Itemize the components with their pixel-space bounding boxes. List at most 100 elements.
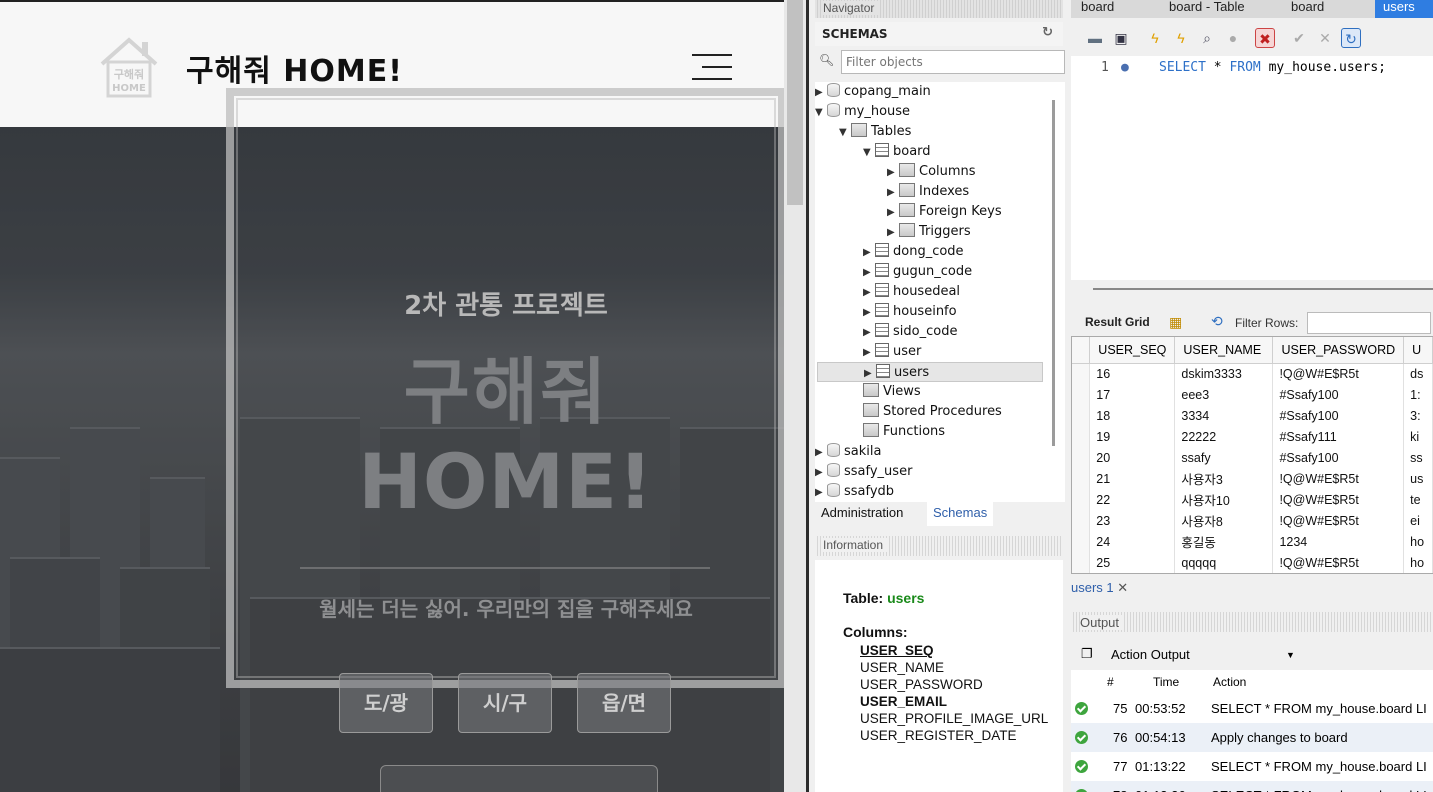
tree-item-my-house[interactable]: ▼ my_house bbox=[815, 102, 910, 122]
result-grid[interactable]: USER_SEQ USER_NAME USER_PASSWORD U 16 dsk… bbox=[1071, 336, 1433, 574]
copy-icon[interactable]: ❐ bbox=[1081, 646, 1093, 662]
grid-cell[interactable]: ssafy bbox=[1174, 447, 1274, 468]
editor-splitter[interactable] bbox=[1093, 288, 1433, 290]
dropdown-arrow-icon[interactable]: ▼ bbox=[1286, 644, 1295, 666]
grid-column-header[interactable]: USER_SEQ bbox=[1089, 337, 1176, 364]
commit-icon[interactable]: ✔ bbox=[1289, 28, 1309, 48]
row-selector[interactable] bbox=[1072, 363, 1091, 384]
grid-cell[interactable]: 17 bbox=[1089, 384, 1176, 405]
table-row[interactable]: 22 사용자10 !Q@W#E$R5t te bbox=[1072, 489, 1433, 510]
table-row[interactable]: 25 qqqqq !Q@W#E$R5t ho bbox=[1072, 552, 1433, 573]
tab-board-table[interactable]: board - Table bbox=[1161, 0, 1253, 18]
grid-cell[interactable]: 1: bbox=[1403, 384, 1433, 405]
grid-cell[interactable]: !Q@W#E$R5t bbox=[1272, 510, 1405, 531]
expand-arrow-icon[interactable]: ▶ bbox=[815, 443, 827, 463]
execute-current-icon[interactable]: ϟ bbox=[1171, 28, 1191, 48]
tab-board-2[interactable]: board bbox=[1283, 0, 1332, 18]
execute-icon[interactable]: ϟ bbox=[1145, 28, 1165, 48]
home-logo-icon[interactable]: 구해줘 HOME bbox=[94, 34, 164, 100]
refresh-icon[interactable]: ⟲ bbox=[1211, 313, 1223, 330]
grid-cell[interactable]: ki bbox=[1403, 426, 1433, 447]
grid-cell[interactable]: 홍길동 bbox=[1174, 531, 1274, 552]
table-row[interactable]: 23 사용자8 !Q@W#E$R5t ei bbox=[1072, 510, 1433, 531]
rollback-icon[interactable]: ✕ bbox=[1315, 28, 1335, 48]
expand-arrow-icon[interactable]: ▶ bbox=[887, 163, 899, 183]
output-type-dropdown[interactable]: Action Output bbox=[1109, 644, 1299, 666]
row-selector[interactable] bbox=[1072, 489, 1091, 510]
tree-item-housedeal[interactable]: ▶ housedeal bbox=[863, 282, 960, 302]
browser-scrollbar-thumb[interactable] bbox=[787, 0, 803, 205]
row-selector[interactable] bbox=[1072, 447, 1091, 468]
output-row[interactable]: 75 00:53:52 SELECT * FROM my_house.board L… bbox=[1071, 694, 1433, 723]
autocommit-icon[interactable]: ↻ bbox=[1341, 28, 1361, 48]
expand-arrow-icon[interactable]: ▶ bbox=[863, 243, 875, 263]
grid-cell[interactable]: ho bbox=[1403, 531, 1433, 552]
row-selector[interactable] bbox=[1072, 384, 1091, 405]
grid-cell[interactable]: #Ssafy100 bbox=[1272, 384, 1405, 405]
grid-cell[interactable]: 25 bbox=[1089, 552, 1176, 573]
results-tab[interactable]: users 1 ✕ bbox=[1071, 580, 1171, 600]
tree-scrollbar[interactable] bbox=[1052, 100, 1055, 446]
grid-cell[interactable]: ss bbox=[1403, 447, 1433, 468]
gugun-select-button[interactable]: 시/구 bbox=[458, 673, 552, 733]
table-row[interactable]: 18 3334 #Ssafy100 3: bbox=[1072, 405, 1433, 426]
expand-arrow-icon[interactable]: ▶ bbox=[863, 323, 875, 343]
tree-item-dong-code[interactable]: ▶ dong_code bbox=[863, 242, 964, 262]
brand-title[interactable]: 구해줘 HOME! bbox=[186, 46, 403, 90]
tree-item-triggers[interactable]: ▶ Triggers bbox=[887, 222, 971, 242]
output-row[interactable]: 76 00:54:13 Apply changes to board bbox=[1071, 723, 1433, 752]
expand-arrow-icon[interactable]: ▶ bbox=[815, 463, 827, 483]
output-row[interactable]: 78 01:13:26 SELECT * FROM my_house.board L… bbox=[1071, 781, 1433, 792]
grid-cell[interactable]: 22 bbox=[1089, 489, 1176, 510]
tree-item-stored-procedures[interactable]: Stored Procedures bbox=[863, 402, 1002, 422]
sido-select-button[interactable]: 도/광 bbox=[339, 673, 433, 733]
grid-cell[interactable]: 23 bbox=[1089, 510, 1176, 531]
grid-cell[interactable]: 22222 bbox=[1174, 426, 1274, 447]
sql-editor[interactable]: 1 ● SELECT * FROM my_house.users; bbox=[1071, 56, 1433, 280]
expand-arrow-icon[interactable]: ▶ bbox=[815, 83, 827, 103]
expand-arrow-icon[interactable]: ▶ bbox=[815, 483, 827, 502]
expand-arrow-icon[interactable]: ▶ bbox=[887, 203, 899, 223]
grid-cell[interactable]: !Q@W#E$R5t bbox=[1272, 468, 1405, 489]
grid-cell[interactable]: 18 bbox=[1089, 405, 1176, 426]
expand-arrow-icon[interactable]: ▶ bbox=[863, 303, 875, 323]
grid-cell[interactable]: te bbox=[1403, 489, 1433, 510]
tree-item-functions[interactable]: Functions bbox=[863, 422, 945, 442]
hero-search-box[interactable] bbox=[380, 765, 658, 792]
tree-item-gugun-code[interactable]: ▶ gugun_code bbox=[863, 262, 972, 282]
tree-item-ssafy-user[interactable]: ▶ ssafy_user bbox=[815, 462, 912, 482]
grid-cell[interactable]: 20 bbox=[1089, 447, 1176, 468]
grid-cell[interactable]: 1234 bbox=[1272, 531, 1405, 552]
grid-cell[interactable]: 19 bbox=[1089, 426, 1176, 447]
grid-cell[interactable]: #Ssafy111 bbox=[1272, 426, 1405, 447]
filter-rows-input[interactable] bbox=[1307, 312, 1431, 334]
collapse-arrow-icon[interactable]: ▼ bbox=[863, 143, 875, 163]
tree-item-ssafydb[interactable]: ▶ ssafydb bbox=[815, 482, 894, 502]
expand-arrow-icon[interactable]: ▶ bbox=[863, 283, 875, 303]
table-row[interactable]: 24 홍길동 1234 ho bbox=[1072, 531, 1433, 552]
grid-cell[interactable]: 24 bbox=[1089, 531, 1176, 552]
row-selector-header[interactable] bbox=[1072, 337, 1091, 364]
grid-cell[interactable]: !Q@W#E$R5t bbox=[1272, 489, 1405, 510]
grid-cell[interactable]: 21 bbox=[1089, 468, 1176, 489]
row-selector[interactable] bbox=[1072, 531, 1091, 552]
tree-item-houseinfo[interactable]: ▶ houseinfo bbox=[863, 302, 957, 322]
filter-objects-input[interactable] bbox=[841, 50, 1065, 74]
row-selector[interactable] bbox=[1072, 552, 1091, 573]
tree-item-tables[interactable]: ▼ Tables bbox=[839, 122, 911, 142]
grid-column-header[interactable]: U bbox=[1403, 337, 1433, 364]
grid-cell[interactable]: eee3 bbox=[1174, 384, 1274, 405]
table-row[interactable]: 19 22222 #Ssafy111 ki bbox=[1072, 426, 1433, 447]
expand-arrow-icon[interactable]: ▶ bbox=[887, 183, 899, 203]
table-row[interactable]: 17 eee3 #Ssafy100 1: bbox=[1072, 384, 1433, 405]
collapse-arrow-icon[interactable]: ▼ bbox=[815, 103, 827, 123]
open-file-icon[interactable]: ▬ bbox=[1085, 28, 1105, 48]
menu-hamburger-icon[interactable] bbox=[692, 52, 732, 82]
grid-cell[interactable]: !Q@W#E$R5t bbox=[1272, 363, 1405, 384]
grid-cell[interactable]: qqqqq bbox=[1174, 552, 1274, 573]
expand-arrow-icon[interactable]: ▶ bbox=[864, 364, 876, 384]
result-grid-label[interactable]: Result Grid bbox=[1085, 315, 1150, 329]
grid-cell[interactable]: !Q@W#E$R5t bbox=[1272, 552, 1405, 573]
grid-cell[interactable]: 3: bbox=[1403, 405, 1433, 426]
explain-icon[interactable]: ⌕ bbox=[1197, 28, 1217, 48]
